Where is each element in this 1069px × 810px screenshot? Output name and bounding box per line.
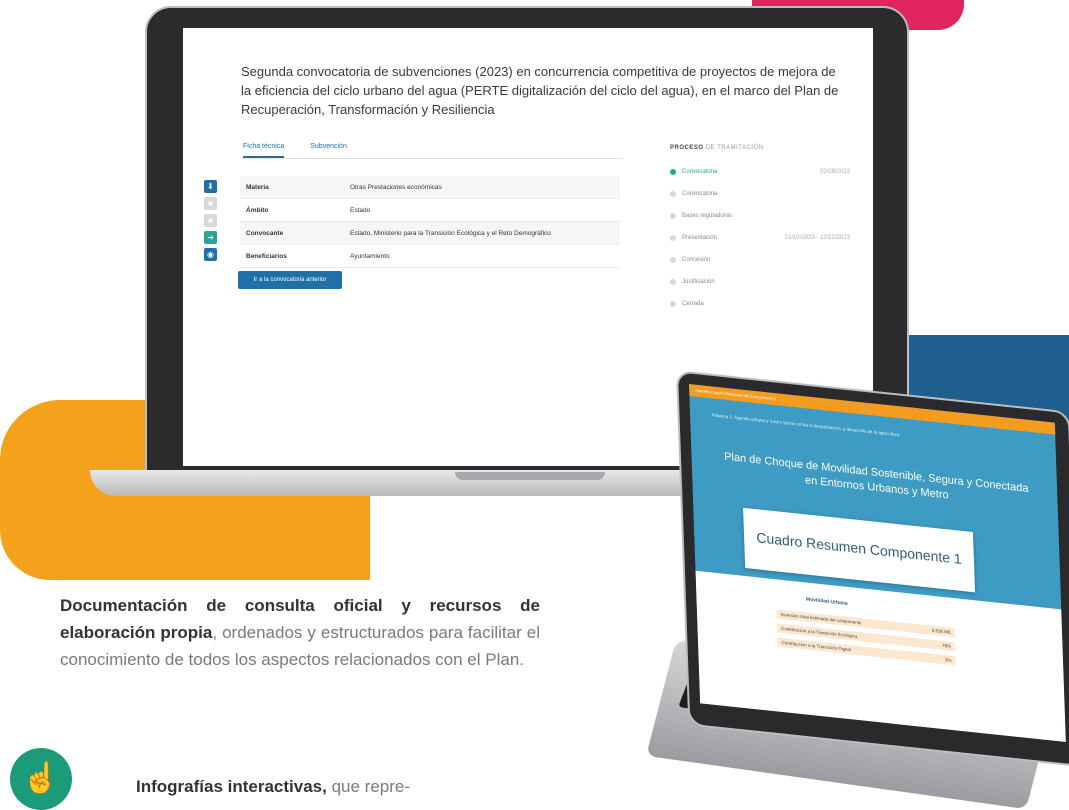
download-icon[interactable]: ⬇ <box>204 180 217 193</box>
process-step[interactable]: Cerrada <box>670 293 850 315</box>
description: Documentación de consulta oficial y recu… <box>60 596 540 669</box>
summary-row-value: 3% <box>944 657 952 663</box>
summary-row-value: 78% <box>941 642 952 649</box>
step-label: Justificación <box>682 279 715 285</box>
step-dot-icon <box>670 301 676 307</box>
touch-icon: ☝ <box>10 748 72 810</box>
laptop-notch <box>455 472 605 480</box>
step-label: Bases reguladoras <box>682 213 733 219</box>
step-label: Presentación <box>682 235 718 241</box>
step-date: 02/08/2023 <box>819 169 850 175</box>
step-label: Concesión <box>682 257 711 263</box>
step-date: 21/10/2023 - 12/12/2023 <box>784 235 850 241</box>
process-step[interactable]: Convocatoria <box>670 183 850 205</box>
table-row: Materia Otras Prestaciones económicas <box>240 176 620 199</box>
step-dot-icon <box>670 169 676 175</box>
process-title: PROCESO DE TRAMITACIÓN <box>670 145 764 151</box>
step-dot-icon <box>670 279 676 285</box>
row-key: Beneficiarios <box>246 252 287 260</box>
step-dot-icon <box>670 235 676 241</box>
step-label: Convocatoria <box>682 191 718 197</box>
process-step[interactable]: Concesión <box>670 249 850 271</box>
info-table: Materia Otras Prestaciones económicas Ámbi… <box>240 176 620 268</box>
row-value: Ayuntamiento <box>350 252 390 260</box>
step-label: Cerrada <box>682 301 704 307</box>
row-value: Estado <box>350 206 371 214</box>
summary-row-label: Contribución a la Transición Digital <box>781 639 851 653</box>
step-dot-icon <box>670 257 676 263</box>
step-label: Convocatoria <box>682 169 718 175</box>
row-key: Ámbito <box>246 206 269 214</box>
process-step[interactable]: Convocatoria 02/08/2023 <box>670 161 850 183</box>
tab-1[interactable]: Subvención <box>310 143 347 158</box>
tab-0[interactable]: Ficha técnica <box>243 143 285 158</box>
square-icon[interactable]: ■ <box>204 197 217 210</box>
globe-icon[interactable]: ◉ <box>204 248 217 261</box>
row-key: Convocante <box>246 229 284 237</box>
summary-row-label: Contribución a la Transición Ecológica <box>781 625 858 639</box>
tab-bar: Ficha técnica Subvención <box>243 143 347 158</box>
summary-card-title: Cuadro Resumen Componente 1 <box>756 529 962 567</box>
summary-row-label: Inversión total estimada del componente <box>780 611 862 626</box>
process-step[interactable]: Presentación 21/10/2023 - 12/12/2023 <box>670 227 850 249</box>
tab-divider <box>243 158 623 159</box>
page-title: Segunda convocatoria de subvenciones (20… <box>241 64 839 117</box>
square-icon[interactable]: ■ <box>204 214 217 227</box>
plan-title: Plan de Choque de Movilidad Sostenible, … <box>723 450 1029 502</box>
step-dot-icon <box>670 213 676 219</box>
step-dot-icon <box>670 191 676 197</box>
previous-call-button[interactable]: Ir a la convocatoria anterior <box>238 271 342 289</box>
row-value: Estado, Ministerio para la Transición Ec… <box>350 229 551 237</box>
side-actions: ⬇ ■ ■ ➜ ◉ <box>204 180 217 261</box>
row-key: Materia <box>246 183 269 191</box>
process-step[interactable]: Bases reguladoras <box>670 205 850 227</box>
infographics-text: Infografías interactivas, que repre- <box>136 777 411 796</box>
summary-row-value: 6.536 M€ <box>931 627 951 635</box>
row-value: Otras Prestaciones económicas <box>350 183 442 191</box>
section-title: Movilidad Urbana <box>805 596 848 607</box>
table-row: Ámbito Estado <box>240 199 620 222</box>
small-laptop-screen: Apuntes Cuadro Resumen del Componente 1 … <box>689 384 1066 742</box>
process-step[interactable]: Justificación <box>670 271 850 293</box>
share-icon[interactable]: ➜ <box>204 231 217 244</box>
table-row: Convocante Estado, Ministerio para la Tra… <box>240 222 620 245</box>
table-row: Beneficiarios Ayuntamiento <box>240 245 620 268</box>
process-steps: Convocatoria 02/08/2023 Convocatoria Bases … <box>670 161 850 315</box>
